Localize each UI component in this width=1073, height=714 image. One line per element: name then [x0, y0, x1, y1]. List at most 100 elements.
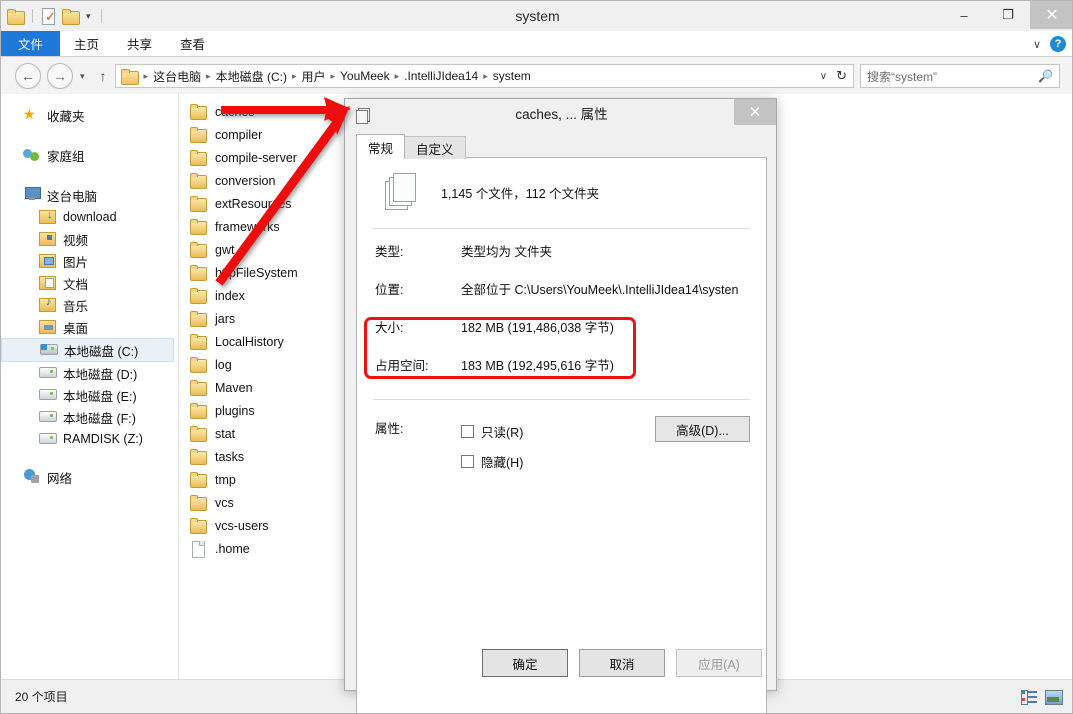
ok-button[interactable]: 确定	[482, 649, 568, 677]
attributes-section: 属性: 只读(R) 隐藏(H) 高级(D)...	[373, 402, 750, 476]
dialog-title: caches, ... 属性	[515, 107, 608, 122]
sidebar-item-label: 视频	[63, 233, 89, 248]
divider	[373, 399, 750, 400]
breadcrumb-separator: ▸	[291, 70, 297, 81]
address-folder-icon	[120, 68, 139, 85]
sidebar-item-label: download	[63, 210, 117, 224]
tab-home[interactable]: 主页	[60, 31, 113, 56]
sidebar-item-label: 音乐	[63, 299, 89, 314]
tab-share[interactable]: 共享	[113, 31, 166, 56]
file-name: vcs	[215, 495, 234, 510]
breadcrumb-separator: ▸	[143, 70, 149, 81]
sidebar-item-this-pc[interactable]: 这台电脑	[1, 184, 178, 206]
sidebar-item-label: 本地磁盘 (E:)	[63, 389, 137, 404]
details-view-icon[interactable]	[1021, 689, 1038, 705]
readonly-label: 只读(R)	[481, 425, 524, 440]
maximize-button[interactable]: ❐	[986, 1, 1030, 29]
address-dropdown-icon[interactable]: ∨	[820, 71, 827, 82]
breadcrumb-item-0[interactable]: 这台电脑	[150, 68, 204, 85]
search-icon: 🔍	[1038, 69, 1053, 83]
breadcrumb-separator: ▸	[483, 70, 488, 81]
field-size-on-disk: 占用空间: 183 MB (192,495,616 字节)	[373, 345, 750, 383]
folder-icon	[189, 334, 207, 350]
chevron-down-icon[interactable]: ∨	[1033, 38, 1041, 51]
ribbon-tabs: 文件 主页 共享 查看	[1, 31, 1072, 57]
address-bar[interactable]: ▸ 这台电脑 ▸ 本地磁盘 (C:) ▸ 用户 ▸ YouMeek ▸ .Int…	[114, 64, 854, 88]
folder-icon	[189, 357, 207, 373]
sidebar-item-download[interactable]: download	[1, 206, 178, 228]
attributes-label: 属性:	[375, 422, 404, 436]
file-name: .home	[215, 541, 250, 556]
forward-button[interactable]: →	[47, 63, 73, 89]
dialog-general-page: 1,145 个文件，112 个文件夹 类型: 类型均为 文件夹 位置: 全部位于…	[356, 157, 767, 713]
sidebar-item-documents[interactable]: 文档	[1, 272, 178, 294]
sidebar-item-homegroup[interactable]: 家庭组	[1, 144, 178, 166]
search-input[interactable]: 搜索“system” 🔍	[860, 64, 1060, 88]
breadcrumb-item-5[interactable]: system	[490, 69, 534, 83]
readonly-checkbox[interactable]	[461, 424, 474, 438]
attribute-checkboxes: 只读(R) 隐藏(H)	[461, 416, 655, 476]
file-folder-count: 1,145 个文件，112 个文件夹	[441, 186, 600, 201]
cancel-button[interactable]: 取消	[579, 649, 665, 677]
file-explorer-window: ▾ system – ❐ ✕ 文件 主页 共享 查看 ∨ ? ← → ▾ ↑ ▸…	[0, 0, 1073, 714]
close-button[interactable]: ✕	[1030, 1, 1072, 29]
file-name: compiler	[215, 127, 263, 142]
sidebar-item-pictures[interactable]: 图片	[1, 250, 178, 272]
hidden-checkbox-row[interactable]: 隐藏(H)	[461, 446, 655, 476]
readonly-checkbox-row[interactable]: 只读(R)	[461, 416, 655, 446]
sidebar-item-local-disk-e[interactable]: 本地磁盘 (E:)	[1, 384, 178, 406]
tab-general[interactable]: 常规	[356, 134, 406, 159]
dialog-close-button[interactable]: ✕	[734, 99, 776, 125]
sidebar-item-label: 收藏夹	[47, 109, 85, 124]
sidebar-item-local-disk-d[interactable]: 本地磁盘 (D:)	[1, 362, 178, 384]
breadcrumb-item-1[interactable]: 本地磁盘 (C:)	[213, 68, 290, 85]
field-size-on-disk-label: 占用空间:	[375, 358, 429, 373]
file-icon	[189, 541, 207, 558]
sidebar-item-local-disk-f[interactable]: 本地磁盘 (F:)	[1, 406, 178, 428]
advanced-button[interactable]: 高级(D)...	[655, 416, 750, 442]
sidebar-item-favorites[interactable]: ★ 收藏夹	[1, 104, 178, 126]
up-button[interactable]: ↑	[92, 68, 115, 84]
navigation-bar: ← → ▾ ↑ ▸ 这台电脑 ▸ 本地磁盘 (C:) ▸ 用户 ▸ YouMee…	[1, 58, 1072, 94]
tab-view[interactable]: 查看	[166, 31, 219, 56]
breadcrumb-item-4[interactable]: .IntelliJIdea14	[401, 69, 481, 83]
sidebar-item-desktop[interactable]: 桌面	[1, 316, 178, 338]
field-location: 位置: 全部位于 C:\Users\YouMeek\.IntelliJIdea1…	[373, 269, 750, 307]
recent-locations-icon[interactable]: ▾	[73, 71, 92, 82]
file-name: httpFileSystem	[215, 265, 298, 280]
field-type: 类型: 类型均为 文件夹	[373, 231, 750, 269]
file-name: stat	[215, 426, 236, 441]
sidebar-item-videos[interactable]: 视频	[1, 228, 178, 250]
properties-dialog: caches, ... 属性 ✕ 常规 自定义 1,145 个文件，112 个文…	[344, 98, 777, 713]
sidebar-item-local-disk-c[interactable]: 本地磁盘 (C:)	[1, 338, 174, 362]
field-size-label: 大小:	[375, 320, 404, 335]
breadcrumb: ▸ 这台电脑 ▸ 本地磁盘 (C:) ▸ 用户 ▸ YouMeek ▸ .Int…	[142, 68, 820, 85]
hidden-checkbox[interactable]	[461, 454, 474, 468]
title-bar: ▾ system – ❐ ✕	[1, 1, 1072, 31]
sidebar-item-music[interactable]: 音乐	[1, 294, 178, 316]
field-type-label: 类型:	[375, 244, 404, 259]
breadcrumb-separator: ▸	[206, 70, 211, 81]
sidebar-item-network[interactable]: 网络	[1, 466, 178, 488]
file-name: vcs-users	[215, 518, 269, 533]
sidebar-item-ramdisk-z[interactable]: RAMDISK (Z:)	[1, 428, 178, 450]
minimize-button[interactable]: –	[942, 1, 986, 29]
file-name: gwt	[215, 242, 235, 257]
help-icon[interactable]: ?	[1050, 36, 1066, 52]
hidden-label: 隐藏(H)	[481, 455, 524, 470]
tab-customize[interactable]: 自定义	[404, 136, 466, 159]
breadcrumb-item-2[interactable]: 用户	[298, 68, 328, 85]
tab-file[interactable]: 文件	[1, 31, 61, 56]
refresh-icon[interactable]: ↻	[836, 68, 847, 84]
breadcrumb-separator: ▸	[394, 70, 400, 81]
field-location-label: 位置:	[375, 282, 404, 297]
folder-icon	[189, 150, 207, 166]
large-icons-view-icon[interactable]	[1045, 689, 1063, 705]
address-bar-controls: ∨ ↻	[820, 68, 851, 84]
field-size: 大小: 182 MB (191,486,038 字节)	[373, 307, 750, 345]
file-name: index	[215, 288, 245, 303]
folder-icon	[189, 173, 207, 189]
breadcrumb-item-3[interactable]: YouMeek	[337, 69, 393, 83]
back-button[interactable]: ←	[15, 63, 41, 89]
